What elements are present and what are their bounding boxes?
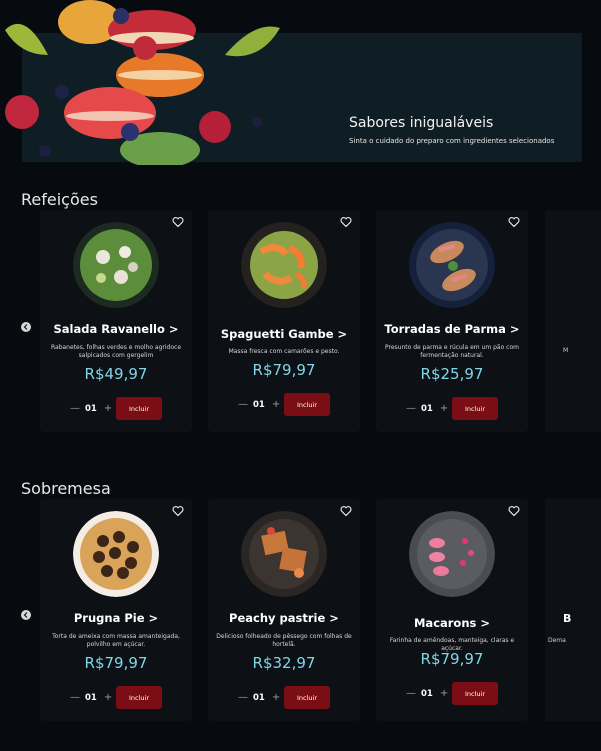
product-description: Torta de ameixa com massa amanteigada, p…: [52, 633, 180, 648]
increase-button[interactable]: +: [440, 688, 448, 699]
quantity-value: 01: [253, 399, 265, 410]
quantity-value: 01: [253, 692, 265, 703]
macarons-image: [409, 511, 495, 597]
product-price: R$32,97: [252, 654, 316, 672]
quantity-stepper: — 01 +: [70, 403, 112, 414]
heart-icon[interactable]: [172, 216, 184, 228]
product-name[interactable]: Peachy pastrie >: [208, 611, 360, 625]
quantity-stepper: — 01 +: [406, 403, 448, 414]
decrease-button[interactable]: —: [70, 692, 80, 703]
decrease-button[interactable]: —: [406, 688, 416, 699]
product-card[interactable]: Salada Ravanello > Rabanetes, folhas ver…: [40, 210, 192, 432]
product-card[interactable]: Prugna Pie > Torta de ameixa com massa a…: [40, 499, 192, 721]
quantity-value: 01: [85, 403, 97, 414]
product-card[interactable]: Spaguetti Gambe > Massa fresca com camar…: [208, 210, 360, 432]
include-button[interactable]: Incluir: [452, 397, 498, 420]
carousel-prev-button[interactable]: [21, 322, 31, 332]
hero-title: Sabores inigualáveis: [349, 115, 494, 131]
product-card-partial[interactable]: M: [545, 210, 601, 432]
include-button[interactable]: Incluir: [284, 686, 330, 709]
quantity-value: 01: [85, 692, 97, 703]
chevron-left-icon: [23, 324, 28, 330]
heart-icon[interactable]: [340, 216, 352, 228]
product-price: R$79,97: [252, 361, 316, 379]
product-description: Presunto de parma e rúcula em um pão com…: [385, 344, 519, 359]
quantity-stepper: — 01 +: [238, 692, 280, 703]
product-card[interactable]: Torradas de Parma > Presunto de parma e …: [376, 210, 528, 432]
product-price: R$79,97: [84, 654, 148, 672]
product-name[interactable]: Prugna Pie >: [40, 611, 192, 625]
spaghetti-image: [241, 222, 327, 308]
product-card[interactable]: Macarons > Farinha de amêndoas, manteiga…: [376, 499, 528, 721]
heart-icon[interactable]: [508, 505, 520, 517]
quantity-stepper: — 01 +: [70, 692, 112, 703]
include-button[interactable]: Incluir: [452, 682, 498, 705]
product-description: M: [563, 347, 569, 354]
product-name[interactable]: Spaguetti Gambe >: [208, 327, 360, 341]
product-card[interactable]: Peachy pastrie > Delicioso folheado de p…: [208, 499, 360, 721]
decrease-button[interactable]: —: [238, 692, 248, 703]
quantity-stepper: — 01 +: [406, 688, 448, 699]
plum-pie-image: [73, 511, 159, 597]
decrease-button[interactable]: —: [238, 399, 248, 410]
product-price: R$25,97: [420, 365, 484, 383]
include-button[interactable]: Incluir: [116, 686, 162, 709]
decrease-button[interactable]: —: [70, 403, 80, 414]
product-name[interactable]: B: [563, 612, 571, 625]
heart-icon[interactable]: [340, 505, 352, 517]
quantity-stepper: — 01 +: [238, 399, 280, 410]
increase-button[interactable]: +: [272, 399, 280, 410]
hero-subtitle: Sinta o cuidado do preparo com ingredien…: [349, 137, 555, 145]
product-card-partial[interactable]: B Dema: [545, 499, 601, 721]
include-button[interactable]: Incluir: [116, 397, 162, 420]
quantity-value: 01: [421, 688, 433, 699]
quantity-value: 01: [421, 403, 433, 414]
increase-button[interactable]: +: [272, 692, 280, 703]
product-price: R$49,97: [84, 365, 148, 383]
decrease-button[interactable]: —: [406, 403, 416, 414]
product-description: Massa fresca com camarões e pesto.: [228, 348, 340, 355]
product-description: Dema: [548, 637, 566, 644]
product-description: Delicioso folheado de pêssego com folhas…: [216, 633, 352, 648]
product-name[interactable]: Salada Ravanello >: [40, 322, 192, 336]
section-title-refeicoes: Refeições: [21, 190, 98, 209]
salad-image: [73, 222, 159, 308]
carousel-prev-button[interactable]: [21, 610, 31, 620]
section-title-sobremesa: Sobremesa: [21, 479, 111, 498]
product-description: Rabanetes, folhas verdes e molho agridoc…: [50, 344, 182, 359]
product-name[interactable]: Macarons >: [376, 616, 528, 630]
product-name[interactable]: Torradas de Parma >: [376, 322, 528, 336]
peach-pastry-image: [241, 511, 327, 597]
increase-button[interactable]: +: [104, 403, 112, 414]
product-price: R$79,97: [420, 650, 484, 668]
heart-icon[interactable]: [508, 216, 520, 228]
parma-toast-image: [409, 222, 495, 308]
include-button[interactable]: Incluir: [284, 393, 330, 416]
increase-button[interactable]: +: [440, 403, 448, 414]
chevron-left-icon: [23, 612, 28, 618]
heart-icon[interactable]: [172, 505, 184, 517]
increase-button[interactable]: +: [104, 692, 112, 703]
macaron-hero-image: [5, 0, 280, 165]
